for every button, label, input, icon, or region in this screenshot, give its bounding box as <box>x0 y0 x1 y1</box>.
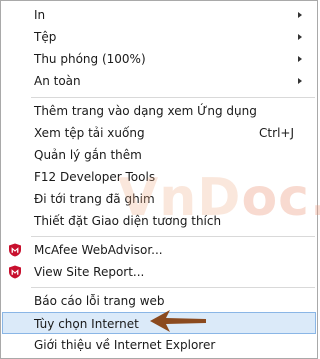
menu-item-label: F12 Developer Tools <box>34 170 156 184</box>
menu-separator <box>31 236 315 237</box>
menu-item-shortcut: Ctrl+J <box>259 126 294 140</box>
menu-item-manage-addons[interactable]: Quản lý gắn thêm <box>2 144 316 166</box>
menu-item-safety[interactable]: An toàn <box>2 70 316 92</box>
menu-item-view-downloads[interactable]: Xem tệp tải xuống Ctrl+J <box>2 122 316 144</box>
menu-item-developer-tools[interactable]: F12 Developer Tools <box>2 166 316 188</box>
menu-item-label: In <box>34 8 46 22</box>
mcafee-icon <box>9 265 21 279</box>
menu-item-label: Tùy chọn Internet <box>34 317 139 331</box>
menu-item-compatibility-settings[interactable]: Thiết đặt Giao diện tương thích <box>2 210 316 232</box>
menu-item-add-to-apps[interactable]: Thêm trang vào dạng xem Ứng dụng <box>2 100 316 122</box>
menu-separator <box>31 97 315 98</box>
menu-item-label: Quản lý gắn thêm <box>34 148 142 162</box>
menu-item-label: Tệp <box>34 30 57 44</box>
menu-item-label: Thêm trang vào dạng xem Ứng dụng <box>34 104 257 118</box>
menu-item-pinned-sites[interactable]: Đi tới trang đã ghim <box>2 188 316 210</box>
mcafee-icon <box>9 243 21 257</box>
menu-separator <box>31 287 315 288</box>
menu-item-file[interactable]: Tệp <box>2 26 316 48</box>
submenu-arrow-icon <box>298 78 302 84</box>
menu-item-label: Xem tệp tải xuống <box>34 126 145 140</box>
context-menu: In Tệp Thu phóng (100%) An toàn Thêm tra… <box>0 0 318 359</box>
menu-item-label: Thiết đặt Giao diện tương thích <box>34 214 222 228</box>
submenu-arrow-icon <box>298 34 302 40</box>
menu-item-label: View Site Report... <box>34 265 145 279</box>
pointer-arrow-icon <box>150 310 206 332</box>
menu-item-label: McAfee WebAdvisor... <box>34 243 163 257</box>
menu-item-label: Thu phóng (100%) <box>34 52 146 66</box>
submenu-arrow-icon <box>298 56 302 62</box>
submenu-arrow-icon <box>298 12 302 18</box>
menu-item-label: An toàn <box>34 74 81 88</box>
menu-item-zoom[interactable]: Thu phóng (100%) <box>2 48 316 70</box>
menu-item-print[interactable]: In <box>2 4 316 26</box>
menu-item-view-site-report[interactable]: View Site Report... <box>2 261 316 283</box>
menu-item-mcafee-webadvisor[interactable]: McAfee WebAdvisor... <box>2 239 316 261</box>
menu-item-label: Đi tới trang đã ghim <box>34 192 155 206</box>
menu-item-label: Báo cáo lỗi trang web <box>34 294 165 308</box>
menu-item-about-internet-explorer[interactable]: Giới thiệu về Internet Explorer <box>2 334 316 356</box>
menu-item-label: Giới thiệu về Internet Explorer <box>34 338 216 352</box>
